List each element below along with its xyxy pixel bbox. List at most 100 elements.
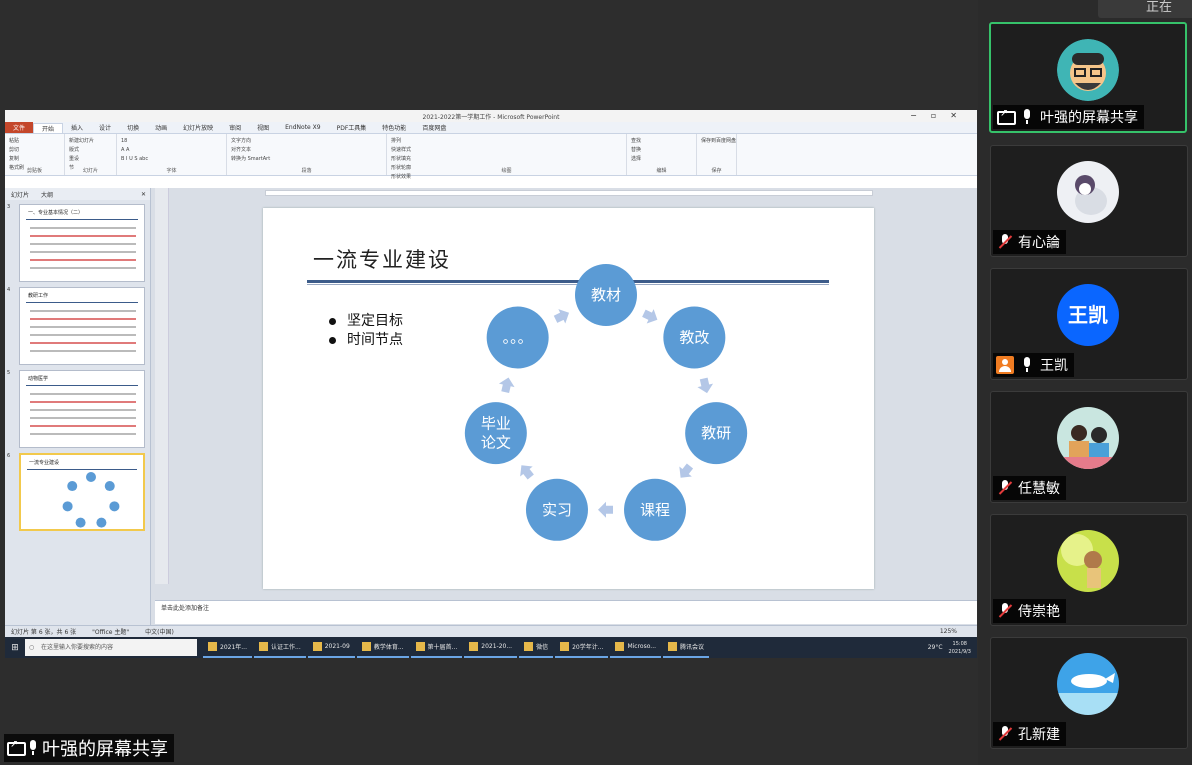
notes-pane[interactable]: 单击此处添加备注 — [155, 600, 977, 624]
ribbon-tab[interactable]: 切换 — [119, 123, 147, 132]
ribbon-command[interactable]: 查找 — [631, 137, 692, 146]
ribbon-tab[interactable]: 特色功能 — [374, 123, 414, 132]
slide-thumbnail[interactable]: 3 一、专业基本情况（二） — [7, 204, 145, 282]
avatar-hair — [1072, 53, 1104, 65]
taskbar-app[interactable]: 认证工作... — [254, 637, 306, 658]
participant-tile[interactable]: 王凯 王凯 — [990, 268, 1188, 380]
thumb-page: 教研工作 — [19, 287, 145, 365]
thumb-rule — [26, 302, 138, 303]
share-label-text: 叶强的屏幕共享 — [42, 739, 168, 760]
mic-muted-icon[interactable] — [996, 479, 1014, 497]
ribbon-command[interactable]: 替换 — [631, 146, 692, 155]
ribbon-tab[interactable]: 文件 — [5, 122, 34, 133]
ribbon-tab[interactable]: 开始 — [33, 122, 64, 133]
ribbon-group: 新建幻灯片 版式 重设节幻灯片 — [65, 134, 117, 175]
taskbar-app-label: 2021年... — [220, 644, 247, 651]
app-icon — [524, 642, 534, 651]
slide-thumbnail[interactable]: 5 动物医学 — [7, 370, 145, 448]
avatar — [1057, 161, 1119, 223]
ribbon-command[interactable]: 排列 — [391, 137, 622, 146]
taskbar-search-input[interactable]: 在这里输入你要搜索的内容 — [25, 639, 197, 656]
cycle-arrow — [498, 377, 515, 394]
ribbon-command[interactable]: 新建幻灯片 — [69, 137, 112, 146]
ribbon-command[interactable]: 粘贴 — [9, 137, 60, 146]
participant-nameplate: 侍崇艳 — [993, 599, 1066, 623]
ribbon-command[interactable]: 对齐文本 — [231, 146, 382, 155]
top-status-text: 正在 — [1146, 0, 1173, 15]
clock[interactable]: 15:08 2021/9/3 — [949, 640, 971, 656]
ribbon-tab[interactable]: 审阅 — [221, 123, 249, 132]
participant-tile[interactable]: 侍崇艳 — [990, 514, 1188, 626]
tab-outline[interactable]: 大纲 — [35, 190, 59, 199]
mic-muted-icon[interactable] — [996, 233, 1014, 251]
taskbar-app[interactable]: 教学体育... — [356, 637, 409, 658]
taskbar-app[interactable]: 微信 — [519, 637, 554, 658]
ribbon-command[interactable]: 转换为 SmartArt — [231, 155, 382, 164]
ribbon-command[interactable]: A A — [121, 146, 222, 155]
mic-muted-icon[interactable] — [996, 725, 1014, 743]
participant-tile[interactable]: 孔新建 — [990, 637, 1188, 749]
ribbon-command[interactable]: B I U S abc — [121, 155, 222, 164]
shared-screen-area: 2021-2022第一学期工作 - Microsoft PowerPoint −… — [0, 0, 978, 765]
slide-thumbnail[interactable]: 6 一流专业建设 — [7, 453, 145, 531]
ribbon-command[interactable]: 文字方向 — [231, 137, 382, 146]
ribbon-command[interactable]: 版式 — [69, 146, 112, 155]
zoom-level[interactable]: 125% — [940, 628, 957, 635]
taskbar-app[interactable]: 2021年... — [203, 637, 252, 658]
taskbar-app[interactable]: 2021-20... — [464, 637, 518, 658]
microphone-icon[interactable] — [1018, 356, 1036, 374]
ribbon-tab[interactable]: PDF工具集 — [329, 123, 375, 132]
ribbon-tab[interactable]: EndNote X9 — [277, 124, 328, 131]
ribbon-tab[interactable]: 设计 — [91, 123, 119, 132]
mic-muted-icon[interactable] — [996, 602, 1014, 620]
taskbar-app[interactable]: 腾讯会议 — [663, 637, 710, 658]
ribbon-command[interactable]: 选择 — [631, 155, 692, 164]
thumb-text-line — [30, 409, 136, 411]
ribbon-group-label: 字体 — [166, 168, 177, 174]
start-icon[interactable]: ⊞ — [5, 643, 25, 653]
weather[interactable]: 29°C — [928, 644, 943, 651]
window-controls[interactable]: −▫✕ — [910, 111, 971, 120]
ribbon-command[interactable]: 形状效果 — [391, 173, 622, 182]
microphone-icon[interactable] — [1018, 108, 1036, 126]
vertical-ruler — [155, 188, 169, 584]
ppt-status-bar: 幻灯片 第 6 张，共 6 张 "Office 主题" 中文(中国) 125% — [5, 625, 977, 637]
taskbar-app[interactable]: Microso... — [610, 637, 662, 658]
top-status-bar[interactable]: 正在 — [1098, 0, 1192, 18]
tab-slides[interactable]: 幻灯片 — [5, 190, 35, 199]
current-slide[interactable]: 一流专业建设 坚定目标 时间节点 教材 教改 教研 课程 实习 毕业论文。。。 — [263, 208, 874, 589]
thumb-title: 教研工作 — [28, 293, 49, 299]
ribbon-tab[interactable]: 幻灯片放映 — [175, 123, 221, 132]
ribbon-command[interactable]: 快速样式 — [391, 146, 622, 155]
taskbar-app[interactable]: 第十届首... — [410, 637, 463, 658]
taskbar-app[interactable]: 20学年计... — [555, 637, 609, 658]
ribbon-group: 粘贴 剪切 复制 格式刷 剪贴板 — [5, 134, 65, 175]
ribbon-tab[interactable]: 动画 — [147, 123, 175, 132]
taskbar-app-label: 2021-09 — [324, 643, 350, 650]
participant-tile[interactable]: 有心論 — [990, 145, 1188, 257]
thumb-text-line — [30, 235, 136, 237]
cycle-diagram[interactable]: 教材教改教研课程 实习 毕业论文 。。。 — [263, 208, 874, 589]
ribbon-command[interactable]: 复制 — [9, 155, 60, 164]
ribbon-command[interactable]: 剪切 — [9, 146, 60, 155]
thumb-number: 3 — [7, 204, 11, 210]
thumb-number: 6 — [7, 453, 11, 459]
cycle-node-label: 。。。 — [503, 329, 533, 347]
taskbar-app[interactable]: 2021-09 — [307, 637, 355, 658]
participant-tile[interactable]: 任慧敏 — [990, 391, 1188, 503]
cycle-arrow — [679, 463, 694, 478]
participant-tile[interactable]: 叶强的屏幕共享 — [989, 22, 1187, 133]
slide-thumbnail[interactable]: 4 教研工作 — [7, 287, 145, 365]
ribbon-tab[interactable]: 视图 — [249, 123, 277, 132]
close-pane-icon[interactable]: ✕ — [135, 191, 150, 198]
participant-nameplate: 有心論 — [993, 230, 1066, 254]
ribbon-tab[interactable]: 插入 — [63, 123, 91, 132]
ppt-title-bar: 2021-2022第一学期工作 - Microsoft PowerPoint −… — [5, 110, 977, 122]
ribbon-command[interactable]: 18 — [121, 137, 222, 146]
ribbon-command[interactable]: 保存到百度网盘 — [701, 137, 736, 146]
ribbon-command[interactable]: 重设 — [69, 155, 112, 164]
ribbon-group: 排列 快速样式 形状填充 形状轮廓 形状效果 绘图 — [387, 134, 627, 180]
ribbon-command[interactable]: 形状填充 — [391, 155, 622, 164]
taskbar-app-label: 认证工作... — [271, 644, 301, 651]
ribbon-tab[interactable]: 百度网盘 — [414, 123, 454, 132]
